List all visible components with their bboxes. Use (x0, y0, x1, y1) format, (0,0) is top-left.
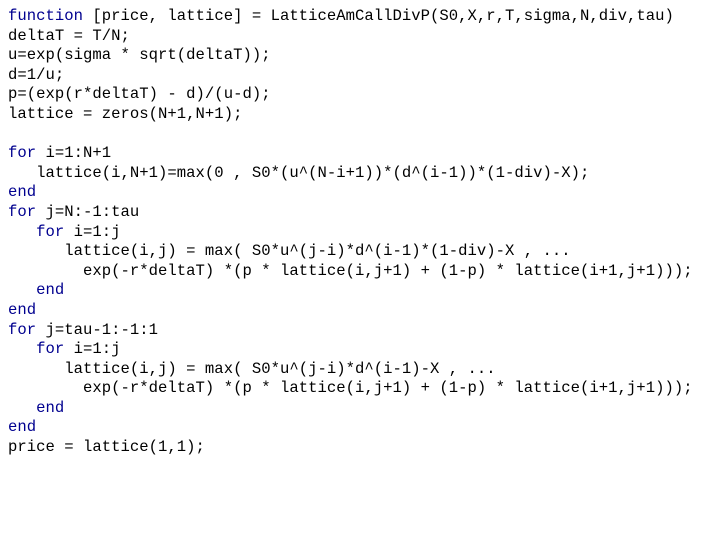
code-text: d=1/u; (8, 65, 65, 84)
code-keyword: end (8, 418, 37, 437)
code-keyword: for (36, 222, 65, 241)
code-line: end (8, 281, 720, 301)
code-line: exp(-r*deltaT) *(p * lattice(i,j+1) + (1… (8, 262, 720, 282)
code-text: price = lattice(1,1); (8, 438, 205, 457)
code-line: deltaT = T/N; (8, 27, 720, 47)
code-line: d=1/u; (8, 66, 720, 86)
code-text: lattice(i,j) = max( S0*u^(j-i)*d^(i-1)*(… (8, 242, 571, 261)
code-keyword: for (8, 320, 37, 339)
code-text: j=N:-1:tau (36, 202, 140, 221)
code-line: for j=N:-1:tau (8, 203, 720, 223)
code-keyword: end (36, 281, 65, 300)
code-line: end (8, 301, 720, 321)
code-keyword: end (8, 300, 37, 319)
code-text: lattice(i,j) = max( S0*u^(j-i)*d^(i-1)-X… (8, 359, 496, 378)
code-keyword: for (36, 340, 65, 359)
code-line: for i=1:N+1 (8, 144, 720, 164)
code-text: i=1:j (64, 340, 121, 359)
code-line: exp(-r*deltaT) *(p * lattice(i,j+1) + (1… (8, 379, 720, 399)
code-keyword: end (36, 398, 65, 417)
code-text: lattice(i,N+1)=max(0 , S0*(u^(N-i+1))*(d… (8, 163, 590, 182)
code-line: end (8, 183, 720, 203)
code-line: for j=tau-1:-1:1 (8, 321, 720, 341)
code-listing: function [price, lattice] = LatticeAmCal… (0, 0, 720, 540)
code-line: lattice = zeros(N+1,N+1); (8, 105, 720, 125)
code-line: p=(exp(r*deltaT) - d)/(u-d); (8, 85, 720, 105)
code-keyword: function (8, 7, 84, 25)
code-keyword: end (8, 183, 37, 202)
code-line: end (8, 418, 720, 438)
code-text: i=1:N+1 (36, 144, 112, 163)
code-text: p=(exp(r*deltaT) - d)/(u-d); (8, 85, 271, 104)
code-keyword: for (8, 144, 37, 163)
code-text: deltaT = T/N; (8, 26, 130, 45)
code-text: exp(-r*deltaT) *(p * lattice(i,j+1) + (1… (8, 261, 693, 280)
code-text: lattice = zeros(N+1,N+1); (8, 104, 243, 123)
code-line: lattice(i,j) = max( S0*u^(j-i)*d^(i-1)-X… (8, 360, 720, 380)
code-line: u=exp(sigma * sqrt(deltaT)); (8, 46, 720, 66)
code-line: price = lattice(1,1); (8, 438, 720, 458)
code-text: exp(-r*deltaT) *(p * lattice(i,j+1) + (1… (8, 379, 693, 398)
code-line: lattice(i,N+1)=max(0 , S0*(u^(N-i+1))*(d… (8, 164, 720, 184)
code-text: j=tau-1:-1:1 (36, 320, 159, 339)
code-line: function [price, lattice] = LatticeAmCal… (8, 7, 720, 27)
code-text: u=exp(sigma * sqrt(deltaT)); (8, 46, 271, 65)
code-line: for i=1:j (8, 223, 720, 243)
code-keyword: for (8, 202, 37, 221)
code-text: i=1:j (64, 222, 121, 241)
code-line: end (8, 399, 720, 419)
code-text: [price, lattice] = LatticeAmCallDivP(S0,… (83, 7, 674, 25)
code-line: lattice(i,j) = max( S0*u^(j-i)*d^(i-1)*(… (8, 242, 720, 262)
code-line: for i=1:j (8, 340, 720, 360)
